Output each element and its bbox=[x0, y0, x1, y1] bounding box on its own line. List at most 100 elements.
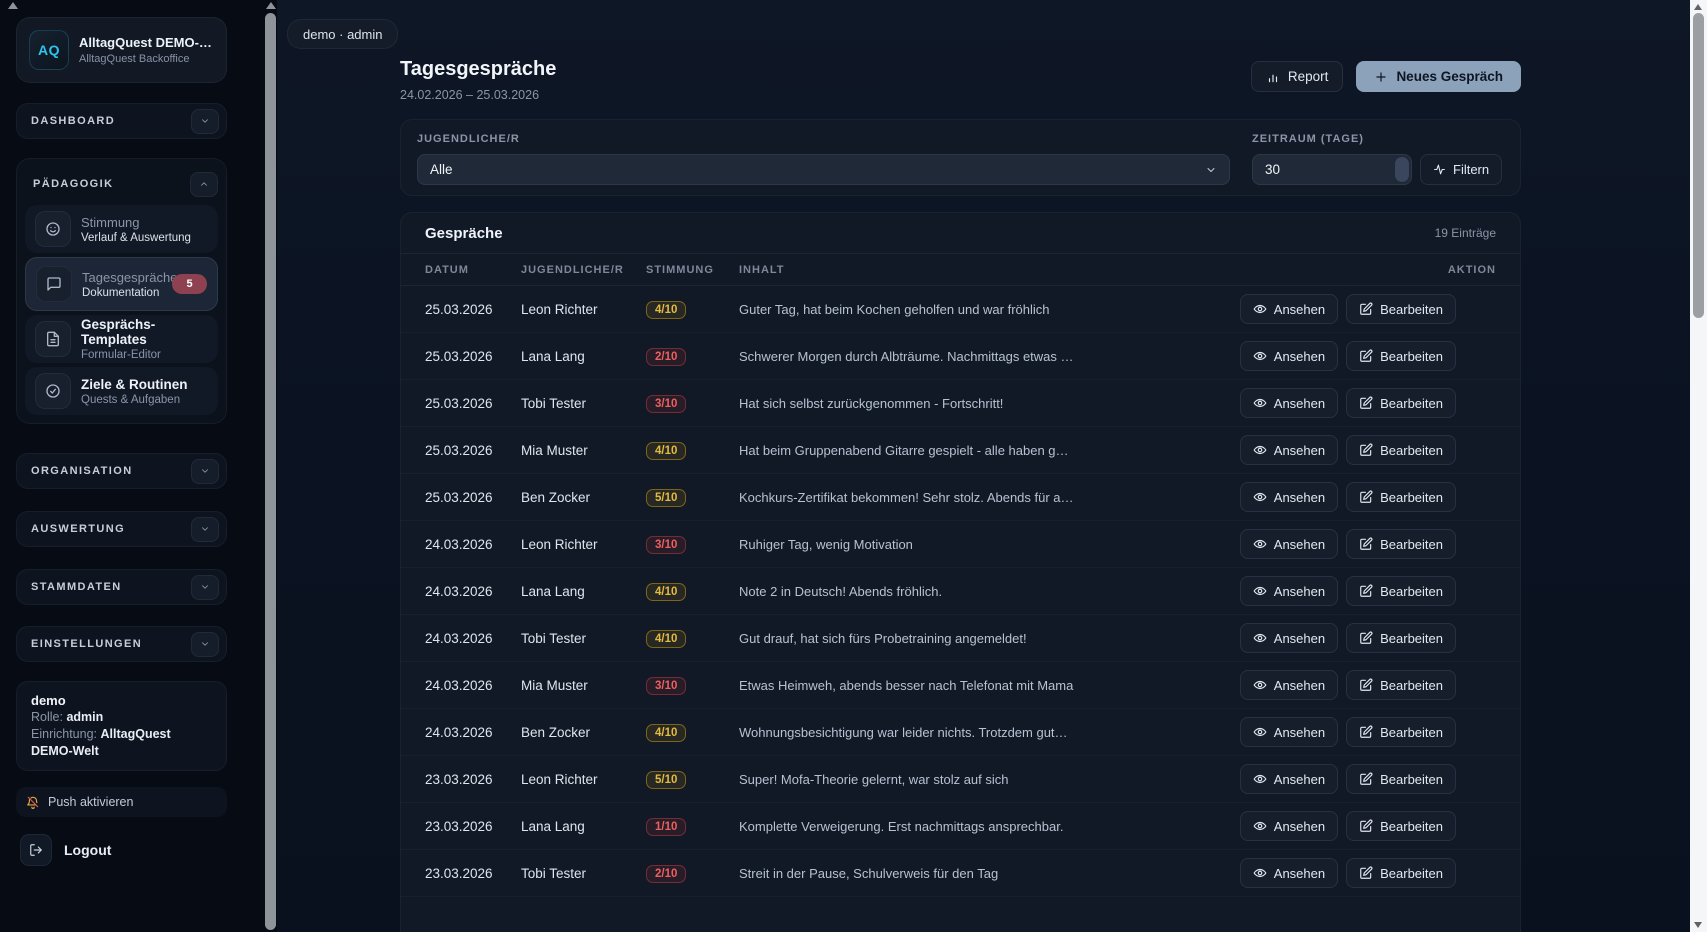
edit-button[interactable]: Bearbeiten bbox=[1346, 388, 1456, 418]
sidebar-item-tagesgespraeche[interactable]: Tagesgespräche Dokumentation 5 bbox=[25, 257, 218, 311]
scroll-up-arrow[interactable] bbox=[1694, 4, 1702, 10]
youth-select[interactable]: Alle bbox=[417, 154, 1230, 185]
row-youth-name: Leon Richter bbox=[521, 302, 646, 317]
mood-badge: 2/10 bbox=[646, 865, 686, 883]
view-button[interactable]: Ansehen bbox=[1240, 341, 1338, 371]
view-button[interactable]: Ansehen bbox=[1240, 529, 1338, 559]
table-row: 24.03.2026 Leon Richter 3/10 Ruhiger Tag… bbox=[401, 521, 1520, 568]
scroll-up-arrow[interactable] bbox=[266, 2, 276, 9]
row-date: 23.03.2026 bbox=[425, 819, 521, 834]
column-headers: DATUM JUGENDLICHE/R STIMMUNG INHALT AKTI… bbox=[401, 254, 1520, 286]
chevron-down-icon[interactable] bbox=[191, 517, 219, 542]
view-button[interactable]: Ansehen bbox=[1240, 576, 1338, 606]
edit-button[interactable]: Bearbeiten bbox=[1346, 811, 1456, 841]
row-youth-name: Tobi Tester bbox=[521, 866, 646, 881]
row-youth-name: Mia Muster bbox=[521, 443, 646, 458]
view-button[interactable]: Ansehen bbox=[1240, 435, 1338, 465]
sidebar-section-einstellungen[interactable]: EINSTELLUNGEN bbox=[16, 626, 227, 662]
window-scrollbar-thumb[interactable] bbox=[1693, 13, 1704, 318]
edit-button[interactable]: Bearbeiten bbox=[1346, 858, 1456, 888]
row-date: 23.03.2026 bbox=[425, 772, 521, 787]
edit-button[interactable]: Bearbeiten bbox=[1346, 717, 1456, 747]
mood-badge: 4/10 bbox=[646, 442, 686, 460]
sidebar-section-organisation[interactable]: ORGANISATION bbox=[16, 453, 227, 489]
view-button[interactable]: Ansehen bbox=[1240, 858, 1338, 888]
number-spinner[interactable] bbox=[1395, 157, 1409, 182]
row-content: Hat sich selbst zurückgenommen - Fortsch… bbox=[739, 396, 1204, 411]
view-button[interactable]: Ansehen bbox=[1240, 717, 1338, 747]
push-activate-button[interactable]: Push aktivieren bbox=[16, 787, 227, 817]
sidebar-section-stammdaten[interactable]: STAMMDATEN bbox=[16, 569, 227, 605]
item-title: Ziele & Routinen bbox=[81, 377, 188, 392]
item-subtitle: Formular-Editor bbox=[81, 349, 208, 361]
section-label: AUSWERTUNG bbox=[31, 523, 125, 535]
edit-button[interactable]: Bearbeiten bbox=[1346, 576, 1456, 606]
logout-icon bbox=[20, 834, 52, 866]
edit-icon bbox=[1359, 725, 1373, 739]
table-row: 23.03.2026 Leon Richter 5/10 Super! Mofa… bbox=[401, 756, 1520, 803]
app-window: AQ AlltagQuest DEMO-… AlltagQuest Backof… bbox=[0, 0, 1707, 932]
edit-button[interactable]: Bearbeiten bbox=[1346, 435, 1456, 465]
chevron-up-icon[interactable] bbox=[190, 172, 218, 197]
edit-button[interactable]: Bearbeiten bbox=[1346, 294, 1456, 324]
bell-off-icon bbox=[26, 795, 40, 809]
period-input[interactable]: 30 bbox=[1252, 154, 1412, 185]
view-button[interactable]: Ansehen bbox=[1240, 294, 1338, 324]
view-button[interactable]: Ansehen bbox=[1240, 482, 1338, 512]
table-row: 25.03.2026 Tobi Tester 3/10 Hat sich sel… bbox=[401, 380, 1520, 427]
sidebar-item-gespraechs-templates[interactable]: Gesprächs-Templates Formular-Editor bbox=[25, 315, 218, 363]
chevron-down-icon[interactable] bbox=[191, 632, 219, 657]
view-button[interactable]: Ansehen bbox=[1240, 811, 1338, 841]
table-row: 25.03.2026 Lana Lang 2/10 Schwerer Morge… bbox=[401, 333, 1520, 380]
sidebar-item-ziele-routinen[interactable]: Ziele & Routinen Quests & Aufgaben bbox=[25, 367, 218, 415]
sidebar-section-auswertung[interactable]: AUSWERTUNG bbox=[16, 511, 227, 547]
sidebar-section-paedagogik[interactable]: PÄDAGOGIK bbox=[25, 167, 218, 201]
edit-icon bbox=[1359, 584, 1373, 598]
row-content: Komplette Verweigerung. Erst nachmittags… bbox=[739, 819, 1204, 834]
edit-button[interactable]: Bearbeiten bbox=[1346, 529, 1456, 559]
view-button[interactable]: Ansehen bbox=[1240, 670, 1338, 700]
table-row: 25.03.2026 Ben Zocker 5/10 Kochkurs-Zert… bbox=[401, 474, 1520, 521]
view-button[interactable]: Ansehen bbox=[1240, 388, 1338, 418]
sidebar-section-dashboard[interactable]: DASHBOARD bbox=[16, 103, 227, 139]
eye-icon bbox=[1253, 537, 1267, 551]
date-range: 24.02.2026 – 25.03.2026 bbox=[400, 88, 556, 102]
row-content: Gut drauf, hat sich fürs Probetraining a… bbox=[739, 631, 1204, 646]
eye-icon bbox=[1253, 443, 1267, 457]
sidebar-item-stimmung[interactable]: Stimmung Verlauf & Auswertung bbox=[25, 205, 218, 253]
edit-button[interactable]: Bearbeiten bbox=[1346, 670, 1456, 700]
row-content: Kochkurs-Zertifikat bekommen! Sehr stolz… bbox=[739, 490, 1204, 505]
row-date: 24.03.2026 bbox=[425, 537, 521, 552]
view-button[interactable]: Ansehen bbox=[1240, 623, 1338, 653]
filter-button[interactable]: Filtern bbox=[1420, 154, 1502, 185]
youth-select-value: Alle bbox=[430, 162, 453, 177]
chevron-down-icon[interactable] bbox=[191, 575, 219, 600]
brand-card[interactable]: AQ AlltagQuest DEMO-… AlltagQuest Backof… bbox=[16, 17, 227, 83]
edit-button[interactable]: Bearbeiten bbox=[1346, 623, 1456, 653]
scroll-down-arrow[interactable] bbox=[1694, 922, 1702, 928]
row-youth-name: Mia Muster bbox=[521, 678, 646, 693]
main-area: demo · admin Tagesgespräche 24.02.2026 –… bbox=[277, 0, 1690, 932]
report-button[interactable]: Report bbox=[1251, 61, 1344, 92]
view-button[interactable]: Ansehen bbox=[1240, 764, 1338, 794]
chevron-down-icon[interactable] bbox=[191, 109, 219, 134]
row-date: 24.03.2026 bbox=[425, 725, 521, 740]
scroll-up-nub[interactable] bbox=[8, 2, 18, 9]
logout-label: Logout bbox=[64, 842, 111, 858]
table-row: 24.03.2026 Lana Lang 4/10 Note 2 in Deut… bbox=[401, 568, 1520, 615]
mood-badge: 2/10 bbox=[646, 348, 686, 366]
logout-button[interactable]: Logout bbox=[16, 834, 227, 866]
table-row: 25.03.2026 Mia Muster 4/10 Hat beim Grup… bbox=[401, 427, 1520, 474]
column-jugendliche: JUGENDLICHE/R bbox=[521, 264, 646, 276]
edit-button[interactable]: Bearbeiten bbox=[1346, 482, 1456, 512]
edit-icon bbox=[1359, 631, 1373, 645]
sidebar-scrollbar-thumb[interactable] bbox=[265, 13, 276, 930]
chevron-down-icon[interactable] bbox=[191, 459, 219, 484]
new-conversation-button[interactable]: Neues Gespräch bbox=[1356, 61, 1521, 92]
edit-button[interactable]: Bearbeiten bbox=[1346, 341, 1456, 371]
edit-button[interactable]: Bearbeiten bbox=[1346, 764, 1456, 794]
eye-icon bbox=[1253, 349, 1267, 363]
eye-icon bbox=[1253, 396, 1267, 410]
conversations-table: Gespräche 19 Einträge DATUM JUGENDLICHE/… bbox=[400, 212, 1521, 932]
unread-count-badge: 5 bbox=[172, 274, 207, 294]
